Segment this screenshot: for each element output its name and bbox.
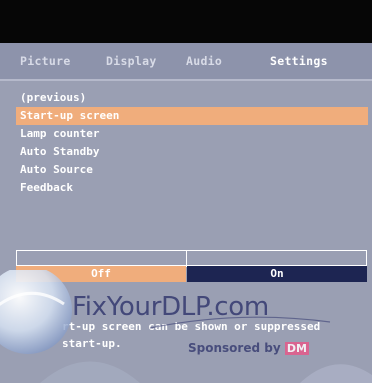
help-line-2: start-up. [62, 337, 122, 350]
tab-audio[interactable]: Audio [186, 54, 222, 68]
menu-item-previous[interactable]: (previous) [0, 89, 372, 107]
wave-shape-icon [300, 364, 372, 383]
top-bar [0, 0, 372, 43]
help-line-1: rt-up screen can be shown or suppressed [62, 320, 321, 333]
wave-shape-icon [40, 361, 140, 383]
menu-item-startup-screen[interactable]: Start-up screen [16, 107, 368, 125]
tab-bar: Picture Display Audio Settings [0, 43, 372, 81]
on-option-button[interactable]: On [187, 266, 367, 282]
toggle-frame [16, 250, 367, 267]
menu-item-auto-source[interactable]: Auto Source [0, 161, 372, 179]
menu-item-auto-standby[interactable]: Auto Standby [0, 143, 372, 161]
toggle-divider [186, 251, 187, 267]
startup-screen-toggle: Off On [16, 250, 367, 283]
help-description: rt-up screen can be shown or suppressed … [62, 318, 320, 352]
off-option-button[interactable]: Off [16, 266, 186, 282]
orb-swoosh-icon [0, 291, 65, 306]
settings-menu: (previous) Start-up screen Lamp counter … [0, 89, 372, 197]
tab-display[interactable]: Display [106, 54, 157, 68]
menu-item-lamp-counter[interactable]: Lamp counter [0, 125, 372, 143]
menu-item-feedback[interactable]: Feedback [0, 179, 372, 197]
tab-settings[interactable]: Settings [270, 54, 328, 68]
tab-picture[interactable]: Picture [20, 54, 71, 68]
